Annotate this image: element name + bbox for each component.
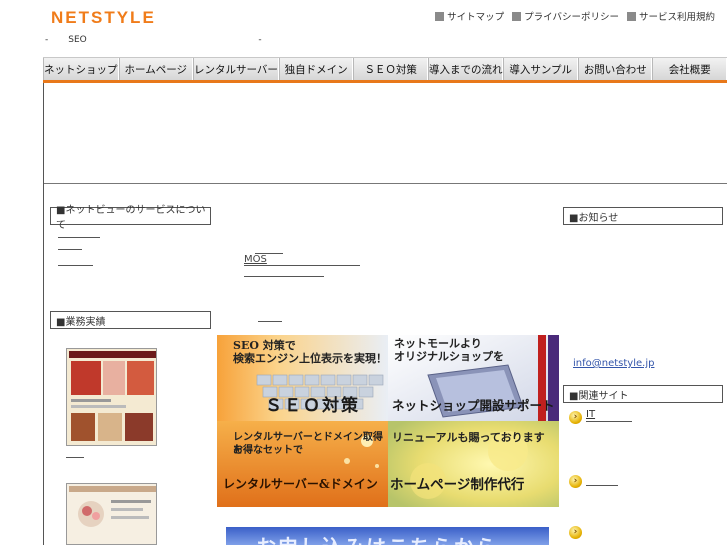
- result-link-1[interactable]: [66, 457, 84, 458]
- promo-net-shop[interactable]: ネットモールより オリジナルショップを ネットショップ開設サポート: [388, 335, 559, 421]
- square-icon: [512, 11, 522, 21]
- nav-contact[interactable]: お問い合わせ: [577, 58, 653, 80]
- center-link-2[interactable]: [244, 276, 324, 277]
- privacy-policy-link[interactable]: プライバシーポリシー: [512, 9, 619, 23]
- results-heading: ■業務実績: [50, 311, 211, 329]
- news-heading: ■お知らせ: [563, 207, 723, 225]
- nav-samples[interactable]: 導入サンプル: [503, 58, 578, 80]
- contact-email-link[interactable]: info@netstyle.jp: [573, 358, 654, 369]
- promo-homepage[interactable]: リニューアルも賜っております ホームページ制作代行: [388, 421, 559, 507]
- main-nav: ネットショップ ホームページ レンタルサーバー 独自ドメイン ＳＥＯ対策 導入ま…: [43, 57, 727, 80]
- related-link-it[interactable]: IT: [586, 409, 632, 420]
- nav-company[interactable]: 会社概要: [652, 58, 727, 80]
- related-link-2-underline: [586, 485, 618, 486]
- result-thumbnail-1[interactable]: [66, 348, 157, 446]
- terms-link[interactable]: サービス利用規約: [626, 9, 715, 23]
- apply-banner[interactable]: お申し込みはこちらから: [226, 527, 549, 545]
- square-icon: [626, 11, 636, 21]
- nav-net-shop[interactable]: ネットショップ: [43, 58, 119, 80]
- service-link-3[interactable]: [58, 265, 93, 266]
- mos-link-underline: [244, 265, 360, 266]
- center-link-3[interactable]: [258, 321, 282, 322]
- services-heading: ■ネットビューのサービスについて: [50, 205, 211, 231]
- service-link-2[interactable]: [58, 249, 82, 250]
- nav-flow[interactable]: 導入までの流れ: [427, 58, 504, 80]
- promo-server-domain[interactable]: レンタルサーバーとドメイン取得を お得なセットで レンタルサーバー&ドメイン: [217, 421, 388, 507]
- service-link-1[interactable]: [58, 237, 100, 238]
- related-sites-heading: ■関連サイト: [563, 385, 723, 403]
- nav-rental-server[interactable]: レンタルサーバー: [193, 58, 279, 80]
- shop-screenshot-image: [67, 484, 156, 544]
- sitemap-link[interactable]: サイトマップ: [435, 9, 504, 23]
- top-links: サイトマップ プライバシーポリシー サービス利用規約: [435, 9, 715, 23]
- logo[interactable]: NETSTYLE: [51, 8, 156, 28]
- tagline: - SEO -: [45, 35, 262, 45]
- promo-seo[interactable]: SEO 対策で 検索エンジン上位表示を実現！ ＳＥＯ対策: [217, 335, 388, 421]
- arrow-right-icon: ›: [569, 411, 582, 424]
- arrow-right-icon: ›: [569, 475, 582, 488]
- mos-link[interactable]: MOS: [244, 254, 267, 265]
- related-link-it-underline: [586, 421, 632, 422]
- nav-domain[interactable]: 独自ドメイン: [278, 58, 354, 80]
- shop-screenshot-image: [67, 349, 156, 445]
- nav-seo[interactable]: ＳＥＯ対策: [353, 58, 428, 80]
- result-thumbnail-2[interactable]: [66, 483, 157, 545]
- arrow-right-icon: ›: [569, 526, 582, 539]
- square-icon: [435, 11, 445, 21]
- top-banner-area: [44, 83, 727, 184]
- nav-homepage[interactable]: ホームページ: [118, 58, 194, 80]
